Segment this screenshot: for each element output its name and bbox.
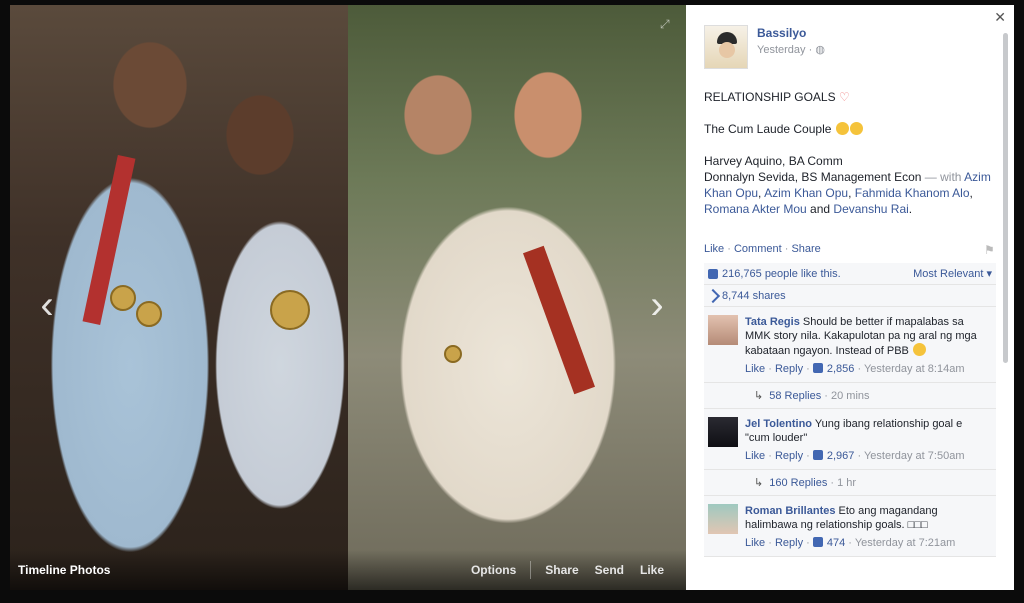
- author-meta: Bassilyo Yesterday · ◍: [757, 26, 825, 69]
- photo-bottom-bar: Timeline Photos Options Share Send Like: [10, 550, 686, 590]
- comment-like-link[interactable]: Like: [745, 363, 765, 375]
- feedback-box: 216,765 people like this. Most Relevant …: [704, 263, 996, 557]
- replies-count[interactable]: 58 Replies: [769, 390, 821, 402]
- sort-dropdown[interactable]: Most Relevant ▾: [913, 267, 992, 280]
- share-button[interactable]: Share: [537, 563, 586, 577]
- commenter-name[interactable]: Tata Regis: [745, 316, 800, 328]
- reply-arrow-icon: ↳: [754, 477, 764, 489]
- emoji-icon: [912, 343, 926, 356]
- replies-row[interactable]: ↳ 160 Replies · 1 hr: [704, 470, 996, 496]
- thumbs-up-icon: [708, 268, 718, 279]
- post-author: Bassilyo Yesterday · ◍: [704, 25, 825, 69]
- post-subheading: The Cum Laude Couple: [704, 122, 832, 136]
- heart-icon: ♡: [838, 90, 850, 104]
- flag-icon[interactable]: ⚑: [984, 243, 996, 257]
- send-button[interactable]: Send: [587, 563, 632, 577]
- post-line: Donnalyn Sevida, BS Management Econ — wi…: [704, 170, 991, 216]
- post-line: RELATIONSHIP GOALS ♡: [704, 89, 1000, 105]
- replies-time: 1 hr: [837, 477, 857, 489]
- tagged-person[interactable]: Azim Khan Opu: [764, 186, 848, 200]
- next-photo-arrow-icon[interactable]: ›: [642, 283, 672, 327]
- divider: [530, 561, 532, 579]
- comment-body: Roman Brillantes Eto ang magandang halim…: [745, 504, 985, 550]
- commenter-name[interactable]: Jel Tolentino: [745, 418, 812, 430]
- comment: Roman Brillantes Eto ang magandang halim…: [704, 496, 996, 557]
- post-line: The Cum Laude Couple: [704, 121, 1000, 137]
- comment-like-link[interactable]: Like: [745, 450, 765, 462]
- likes-row: 216,765 people like this. Most Relevant …: [704, 263, 996, 285]
- replies-count[interactable]: 160 Replies: [769, 477, 827, 489]
- photo-right-half: [348, 5, 686, 590]
- side-panel: ✕ Bassilyo Yesterday · ◍ RELATIONSHIP GO…: [686, 5, 1014, 590]
- sort-label: Most Relevant: [913, 268, 984, 280]
- post-text: RELATIONSHIP GOALS ♡ The Cum Laude Coupl…: [704, 89, 1000, 217]
- comment-time[interactable]: Yesterday at 8:14am: [864, 363, 965, 375]
- avatar[interactable]: [708, 504, 738, 534]
- close-icon[interactable]: ✕: [994, 9, 1006, 26]
- medal: [444, 345, 462, 363]
- comment-like-count[interactable]: 2,856: [827, 363, 855, 375]
- tagged-person[interactable]: Romana Akter Mou: [704, 202, 807, 216]
- avatar[interactable]: [708, 315, 738, 345]
- tagged-person[interactable]: Devanshu Rai: [833, 202, 908, 216]
- comment-reply-link[interactable]: Reply: [775, 537, 803, 549]
- comment-meta: Like · Reply · 2,967 · Yesterday at 7:50…: [745, 450, 965, 462]
- photo-stage[interactable]: ⤢ ‹ › Timeline Photos Options Share Send…: [10, 5, 686, 590]
- tagged-person[interactable]: Fahmida Khanom Alo: [855, 186, 970, 200]
- share-icon: [705, 288, 721, 303]
- medal: [136, 301, 162, 327]
- medal: [270, 290, 310, 330]
- emoji-icon: [835, 122, 849, 135]
- post-actions: Like · Comment · Share ⚑: [704, 243, 996, 257]
- thumbs-up-icon: [812, 450, 823, 460]
- like-button[interactable]: Like: [632, 563, 672, 577]
- comment-reply-link[interactable]: Reply: [775, 363, 803, 375]
- comment-body: Jel Tolentino Yung ibang relationship go…: [745, 417, 985, 463]
- globe-icon: ◍: [815, 44, 825, 56]
- options-button[interactable]: Options: [463, 563, 524, 577]
- avatar[interactable]: [708, 417, 738, 447]
- thumbs-up-icon: [812, 363, 823, 373]
- like-link[interactable]: Like: [704, 243, 724, 255]
- commenter-name[interactable]: Roman Brillantes: [745, 505, 835, 517]
- author-name[interactable]: Bassilyo: [757, 26, 825, 40]
- shares-count[interactable]: 8,744 shares: [722, 290, 786, 302]
- and-text: and: [806, 202, 834, 216]
- comment-time[interactable]: Yesterday at 7:21am: [855, 537, 956, 549]
- comment: Jel Tolentino Yung ibang relationship go…: [704, 409, 996, 470]
- post-line: Harvey Aquino, BA Comm: [704, 154, 843, 168]
- comment-like-count[interactable]: 474: [827, 537, 845, 549]
- avatar[interactable]: [704, 25, 748, 69]
- timestamp[interactable]: Yesterday: [757, 44, 806, 56]
- album-label[interactable]: Timeline Photos: [18, 563, 110, 577]
- replies-row[interactable]: ↳ 58 Replies · 20 mins: [704, 383, 996, 409]
- post-heading: RELATIONSHIP GOALS: [704, 90, 836, 104]
- with-text: — with: [921, 170, 965, 184]
- reply-arrow-icon: ↳: [754, 390, 764, 402]
- comment: Tata Regis Should be better if mapalabas…: [704, 307, 996, 383]
- comment-like-count[interactable]: 2,967: [827, 450, 855, 462]
- shares-row: 8,744 shares: [704, 285, 996, 307]
- post-line-text: Donnalyn Sevida, BS Management Econ: [704, 170, 922, 184]
- expand-icon[interactable]: ⤢: [660, 17, 672, 31]
- thumbs-up-icon: [812, 537, 823, 547]
- comment-meta: Like · Reply · 474 · Yesterday at 7:21am: [745, 537, 956, 549]
- photo-lightbox: ⤢ ‹ › Timeline Photos Options Share Send…: [0, 0, 1024, 603]
- medal: [110, 285, 136, 311]
- replies-time: 20 mins: [830, 390, 870, 402]
- previous-photo-arrow-icon[interactable]: ‹: [32, 283, 62, 327]
- emoji-icon: [849, 122, 863, 135]
- scrollbar[interactable]: [1003, 33, 1008, 363]
- comment-reply-link[interactable]: Reply: [775, 450, 803, 462]
- comment-body: Tata Regis Should be better if mapalabas…: [745, 315, 985, 376]
- comment-meta: Like · Reply · 2,856 · Yesterday at 8:14…: [745, 363, 965, 375]
- comment-time[interactable]: Yesterday at 7:50am: [864, 450, 965, 462]
- share-link[interactable]: Share: [791, 243, 820, 255]
- likes-count[interactable]: 216,765 people like this.: [722, 268, 841, 280]
- comment-link[interactable]: Comment: [734, 243, 782, 255]
- sash: [523, 245, 595, 395]
- comment-like-link[interactable]: Like: [745, 537, 765, 549]
- photo-actions: Options Share Send Like: [463, 561, 672, 579]
- post-time: Yesterday · ◍: [757, 44, 825, 56]
